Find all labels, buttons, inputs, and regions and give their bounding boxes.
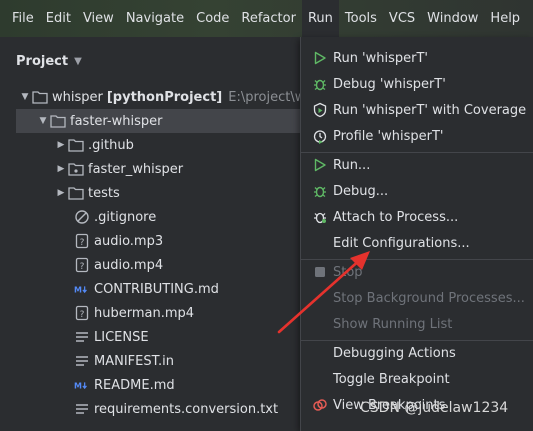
chevron-down-icon[interactable]: ▼ bbox=[74, 56, 82, 67]
menu-navigate[interactable]: Navigate bbox=[120, 0, 190, 37]
unknown-file-icon: ? bbox=[74, 233, 90, 249]
menu-item-debug-whispert[interactable]: Debug 'whisperT' bbox=[301, 71, 533, 97]
menu-view[interactable]: View bbox=[77, 0, 120, 37]
folder-icon bbox=[50, 113, 66, 129]
stop-icon bbox=[311, 263, 329, 281]
attach-icon bbox=[311, 208, 329, 226]
unknown-file-icon: ? bbox=[74, 257, 90, 273]
menu-file[interactable]: File bbox=[6, 0, 40, 37]
menu-item-label: Toggle Breakpoint bbox=[333, 371, 450, 387]
menu-item-label: Stop Background Processes... bbox=[333, 290, 525, 306]
tree-item-label: faster-whisper bbox=[70, 113, 163, 129]
chevron-right-icon[interactable]: ▶ bbox=[54, 188, 68, 198]
menu-item-run-dots[interactable]: Run... bbox=[301, 152, 533, 178]
tree-item-label: README.md bbox=[94, 377, 175, 393]
svg-text:?: ? bbox=[80, 262, 85, 272]
menu-item-stop[interactable]: Stop bbox=[301, 259, 533, 285]
package-folder-icon bbox=[68, 161, 84, 177]
menu-item-profile[interactable]: Profile 'whisperT' bbox=[301, 123, 533, 149]
menu-item-show-running-list[interactable]: Show Running List bbox=[301, 311, 533, 337]
menu-item-run-coverage[interactable]: Run 'whisperT' with Coverage bbox=[301, 97, 533, 123]
svg-text:M: M bbox=[74, 382, 82, 391]
tree-item-label: audio.mp4 bbox=[94, 257, 164, 273]
menu-item-attach-process[interactable]: Attach to Process... bbox=[301, 204, 533, 230]
run-icon bbox=[311, 49, 329, 67]
menu-item-run-whispert[interactable]: Run 'whisperT' bbox=[301, 45, 533, 71]
svg-text:?: ? bbox=[80, 238, 85, 248]
tree-item-label: tests bbox=[88, 185, 120, 201]
root-name: whisper bbox=[52, 89, 103, 105]
menu-item-toggle-breakpoint[interactable]: Toggle Breakpoint bbox=[301, 366, 533, 392]
ignore-file-icon bbox=[74, 209, 90, 225]
chevron-down-icon[interactable]: ▼ bbox=[18, 92, 32, 102]
tree-item-label: huberman.mp4 bbox=[94, 305, 195, 321]
menu-item-debugging-actions[interactable]: Debugging Actions bbox=[301, 340, 533, 366]
tree-item-label: faster_whisper bbox=[88, 161, 184, 177]
markdown-icon: M bbox=[74, 281, 90, 297]
menu-item-label: Profile 'whisperT' bbox=[333, 128, 444, 144]
svg-text:?: ? bbox=[80, 310, 85, 320]
folder-icon bbox=[32, 89, 48, 105]
chevron-right-icon[interactable]: ▶ bbox=[54, 140, 68, 150]
text-file-icon bbox=[74, 329, 90, 345]
menu-item-label: Run 'whisperT' bbox=[333, 50, 428, 66]
menu-item-label: Edit Configurations... bbox=[333, 235, 470, 251]
coverage-icon bbox=[311, 101, 329, 119]
tree-row-faster-whisper[interactable]: ▼ faster-whisper bbox=[16, 109, 316, 133]
project-panel-header[interactable]: Project ▼ bbox=[16, 51, 82, 71]
menu-tools[interactable]: Tools bbox=[339, 0, 383, 37]
menu-item-label: Show Running List bbox=[333, 316, 453, 332]
menu-code[interactable]: Code bbox=[190, 0, 235, 37]
tree-item-label: .gitignore bbox=[94, 209, 157, 225]
svg-text:M: M bbox=[74, 286, 82, 295]
menu-refactor[interactable]: Refactor bbox=[235, 0, 302, 37]
chevron-down-icon[interactable]: ▼ bbox=[36, 116, 50, 126]
tree-item-label: CONTRIBUTING.md bbox=[94, 281, 219, 297]
debug-icon bbox=[311, 75, 329, 93]
markdown-icon: M bbox=[74, 377, 90, 393]
menu-item-label: Debug... bbox=[333, 183, 389, 199]
menu-edit[interactable]: Edit bbox=[40, 0, 77, 37]
tree-item-label: MANIFEST.in bbox=[94, 353, 174, 369]
menu-run[interactable]: Run bbox=[301, 0, 339, 37]
tree-item-label: audio.mp3 bbox=[94, 233, 164, 249]
tree-item-label: requirements.conversion.txt bbox=[94, 401, 279, 417]
menu-item-debug-dots[interactable]: Debug... bbox=[301, 178, 533, 204]
text-file-icon bbox=[74, 401, 90, 417]
folder-icon bbox=[68, 137, 84, 153]
menu-item-label: Attach to Process... bbox=[333, 209, 459, 225]
run-menu-dropdown: Run 'whisperT' Debug 'whisperT' Run 'whi… bbox=[300, 37, 533, 431]
breakpoints-icon bbox=[311, 396, 329, 414]
menu-item-label: Run 'whisperT' with Coverage bbox=[333, 102, 527, 118]
tree-item-label: LICENSE bbox=[94, 329, 149, 345]
watermark: CSDN @judelaw1234 bbox=[360, 400, 509, 416]
menu-item-label: Stop bbox=[333, 264, 363, 280]
profile-icon bbox=[311, 127, 329, 145]
tree-item-label: .github bbox=[88, 137, 134, 153]
menu-item-stop-background[interactable]: Stop Background Processes... bbox=[301, 285, 533, 311]
root-module: [pythonProject] bbox=[106, 89, 223, 105]
menu-help[interactable]: Help bbox=[484, 0, 526, 37]
menu-bar: File Edit View Navigate Code Refactor Ru… bbox=[0, 0, 533, 37]
menu-window[interactable]: Window bbox=[421, 0, 484, 37]
menu-item-edit-configurations[interactable]: Edit Configurations... bbox=[301, 230, 533, 256]
run-icon bbox=[311, 156, 329, 174]
menu-item-label: Debugging Actions bbox=[333, 345, 456, 361]
text-file-icon bbox=[74, 353, 90, 369]
chevron-right-icon[interactable]: ▶ bbox=[54, 164, 68, 174]
menu-vcs[interactable]: VCS bbox=[383, 0, 421, 37]
debug-icon bbox=[311, 182, 329, 200]
panel-title: Project bbox=[16, 53, 69, 69]
unknown-file-icon: ? bbox=[74, 305, 90, 321]
menu-item-label: Debug 'whisperT' bbox=[333, 76, 446, 92]
menu-item-label: Run... bbox=[333, 157, 371, 173]
folder-icon bbox=[68, 185, 84, 201]
